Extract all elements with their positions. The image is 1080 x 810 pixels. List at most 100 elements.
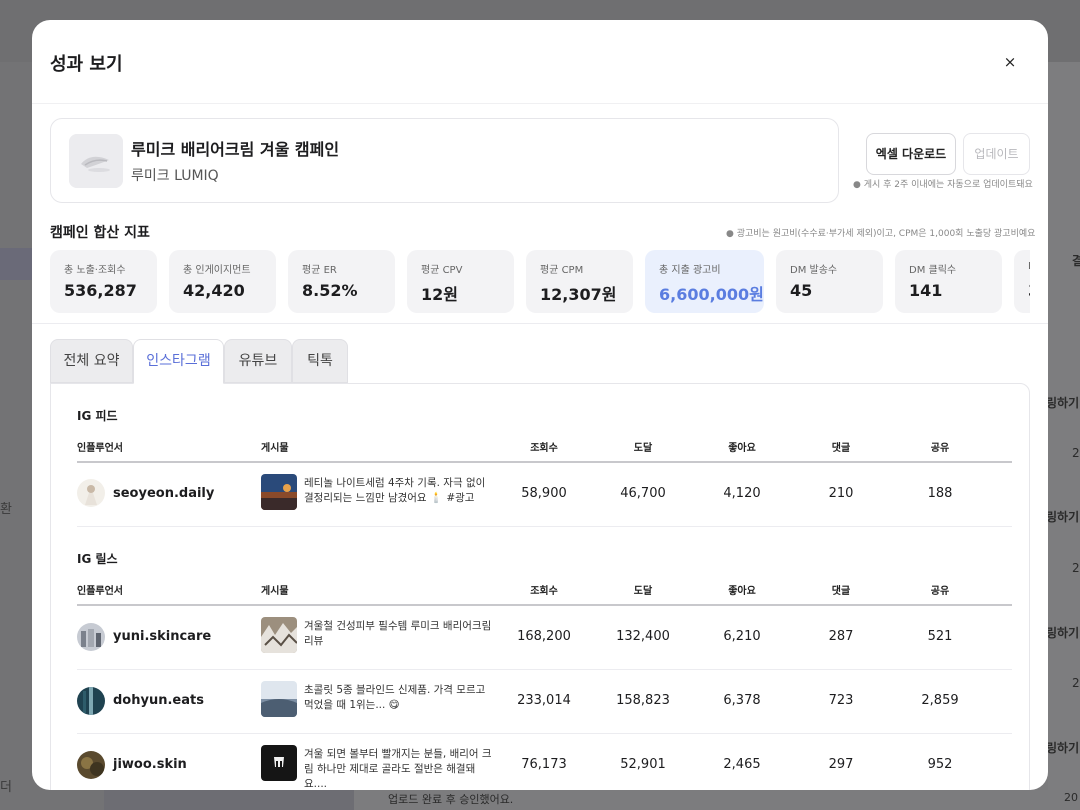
metric-label: DM 발송수	[790, 265, 838, 276]
column-header-shares: 공유	[930, 443, 950, 454]
column-header-influencer: 인플루언서	[77, 586, 123, 597]
background-link: 링하기	[1046, 626, 1080, 640]
metric-card-highlighted: 총 지출 광고비 6,600,000원	[645, 250, 764, 313]
reach-cell: 46,700	[620, 486, 666, 501]
metric-value: 536,287	[64, 281, 137, 300]
header-divider	[77, 604, 1012, 606]
group-title-ig-feed: IG 피드	[77, 409, 118, 423]
influencer-name[interactable]: dohyun.eats	[113, 693, 204, 708]
tab-youtube[interactable]: 유튜브	[224, 339, 292, 383]
metric-card: 총 인게이지먼트 42,420	[169, 250, 276, 313]
column-header-reach: 도달	[633, 586, 653, 597]
divider	[32, 103, 1048, 104]
background-row-number: 20	[1064, 791, 1078, 804]
avatar	[77, 687, 105, 715]
reach-cell: 52,901	[620, 757, 666, 772]
campaign-brand: 루미크 LUMIQ	[131, 168, 219, 184]
column-header-reach: 도달	[633, 443, 653, 454]
shares-cell: 952	[927, 757, 953, 772]
tab-summary[interactable]: 전체 요약	[50, 339, 133, 383]
metric-label: 평균 CPM	[540, 265, 584, 276]
column-header-comments: 댓글	[831, 586, 851, 597]
metric-value: 3	[1028, 281, 1030, 300]
metric-value: 45	[790, 281, 813, 300]
post-caption: 겨울 되면 볼부터 빨개지는 분들, 배리어 크림 하나만 제대로 골라도 절반…	[304, 748, 492, 790]
row-divider	[77, 669, 1012, 670]
views-cell: 168,200	[517, 629, 571, 644]
close-button[interactable]: ×	[996, 48, 1024, 76]
divider	[32, 323, 1048, 324]
views-cell: 233,014	[517, 693, 571, 708]
likes-cell: 6,378	[723, 693, 761, 708]
avatar	[77, 751, 105, 779]
background-sidebar-active-item	[0, 248, 36, 280]
metric-card: D 3	[1014, 250, 1030, 313]
shares-cell: 2,859	[921, 693, 959, 708]
background-row	[104, 790, 354, 810]
metric-card: 평균 CPM 12,307원	[526, 250, 633, 313]
post-thumbnail[interactable]	[261, 745, 297, 781]
campaign-name: 루미크 배리어크림 겨울 캠페인	[131, 140, 340, 159]
performance-modal: 성과 보기 × 루미크 배리어크림 겨울 캠페인 루미크 LUMIQ 엑셀 다운…	[32, 20, 1048, 790]
summary-title: 캠페인 합산 지표	[50, 225, 150, 241]
avatar	[77, 623, 105, 651]
metric-value: 8.52%	[302, 281, 358, 300]
background-number: 2	[1072, 676, 1080, 690]
metric-value: 12,307원	[540, 285, 617, 304]
reach-cell: 132,400	[616, 629, 670, 644]
background-link: 링하기	[1046, 741, 1080, 755]
metric-card: 평균 CPV 12원	[407, 250, 514, 313]
avatar	[77, 479, 105, 507]
tab-instagram[interactable]: 인스타그램	[133, 339, 224, 384]
post-thumbnail[interactable]	[261, 681, 297, 717]
influencer-name[interactable]: seoyeon.daily	[113, 486, 214, 501]
post-thumbnail[interactable]	[261, 617, 297, 653]
background-table-column	[1048, 62, 1080, 810]
instagram-panel: IG 피드 인플루언서 게시물 조회수 도달 좋아요 댓글 공유 seoyeon…	[50, 383, 1030, 790]
metric-value: 6,600,000원	[659, 285, 764, 304]
post-thumbnail[interactable]	[261, 474, 297, 510]
background-link: 링하기	[1046, 510, 1080, 524]
column-header-likes: 좋아요	[728, 586, 756, 597]
views-cell: 76,173	[521, 757, 567, 772]
excel-download-button[interactable]: 엑셀 다운로드	[866, 133, 956, 175]
metric-label: 평균 ER	[302, 265, 337, 276]
column-header-views: 조회수	[530, 443, 558, 454]
update-button[interactable]: 업데이트	[963, 133, 1030, 175]
likes-cell: 6,210	[723, 629, 761, 644]
comments-cell: 297	[828, 757, 854, 772]
likes-cell: 2,465	[723, 757, 761, 772]
background-text: 결	[1072, 254, 1080, 268]
metric-card: 총 노출·조회수 536,287	[50, 250, 157, 313]
metric-label: D	[1028, 261, 1030, 272]
background-sidebar-label: 환	[0, 502, 12, 517]
summary-note: ● 광고비는 원고비(수수료·부가세 제외)이고, CPM은 1,000회 노출…	[726, 229, 1036, 239]
row-divider	[77, 526, 1012, 527]
shares-cell: 521	[927, 629, 953, 644]
background-link: 링하기	[1046, 396, 1080, 410]
background-sidebar-label: 더	[0, 780, 12, 795]
campaign-card: 루미크 배리어크림 겨울 캠페인 루미크 LUMIQ	[50, 118, 839, 203]
campaign-thumbnail	[69, 134, 123, 188]
background-row-text: 업로드 완료 후 승인했어요.	[388, 793, 514, 806]
influencer-name[interactable]: jiwoo.skin	[113, 757, 187, 772]
metric-value: 42,420	[183, 281, 245, 300]
metric-label: 총 지출 광고비	[659, 265, 721, 276]
update-note: ● 게시 후 2주 이내에는 자동으로 업데이트돼요	[853, 180, 1033, 190]
comments-cell: 723	[828, 693, 854, 708]
metric-card: DM 발송수 45	[776, 250, 883, 313]
column-header-influencer: 인플루언서	[77, 443, 123, 454]
column-header-comments: 댓글	[831, 443, 851, 454]
likes-cell: 4,120	[723, 486, 761, 501]
influencer-name[interactable]: yuni.skincare	[113, 629, 211, 644]
background-number: 2	[1072, 446, 1080, 460]
metric-label: 총 노출·조회수	[64, 265, 126, 276]
metric-label: DM 클릭수	[909, 265, 957, 276]
column-header-post: 게시물	[261, 443, 289, 454]
metric-label: 총 인게이지먼트	[183, 265, 251, 276]
modal-title: 성과 보기	[50, 54, 123, 75]
post-caption: 겨울철 건성피부 필수템 루미크 배리어크림 리뷰	[304, 620, 492, 647]
views-cell: 58,900	[521, 486, 567, 501]
tab-tiktok[interactable]: 틱톡	[292, 339, 348, 383]
metrics-strip: 총 노출·조회수 536,287 총 인게이지먼트 42,420 평균 ER 8…	[50, 250, 1030, 313]
